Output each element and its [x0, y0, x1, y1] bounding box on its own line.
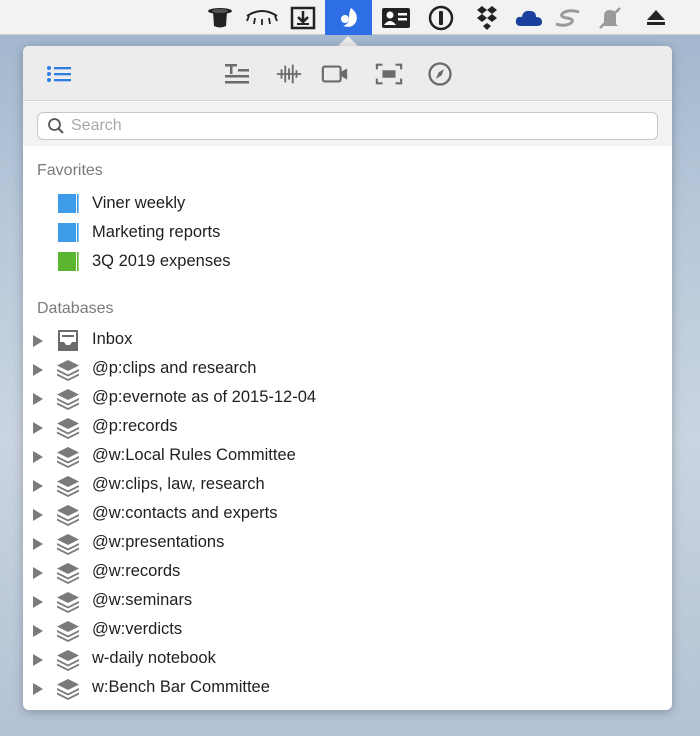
top-hat-icon[interactable]: [198, 0, 242, 35]
eject-icon[interactable]: [634, 0, 678, 35]
search-input[interactable]: [71, 117, 631, 135]
database-item[interactable]: @w:contacts and experts: [23, 500, 672, 529]
disclosure-triangle-icon[interactable]: [33, 683, 43, 695]
database-item[interactable]: w:Bench Bar Committee: [23, 674, 672, 703]
database-stack-icon: [57, 621, 79, 642]
database-item[interactable]: @w:verdicts: [23, 616, 672, 645]
database-label: @w:contacts and experts: [92, 504, 278, 522]
muted-bell-icon[interactable]: [588, 0, 632, 35]
disclosure-triangle-icon[interactable]: [33, 625, 43, 637]
eye-icon[interactable]: [240, 0, 284, 35]
disclosure-triangle-icon[interactable]: [33, 451, 43, 463]
disclosure-triangle-icon[interactable]: [33, 422, 43, 434]
disclosure-triangle-icon[interactable]: [33, 538, 43, 550]
database-item[interactable]: @w:seminars: [23, 587, 672, 616]
database-item[interactable]: @p:clips and research: [23, 355, 672, 384]
text-format-icon[interactable]: [223, 60, 251, 88]
onepassword-icon[interactable]: [419, 0, 463, 35]
database-label: @w:verdicts: [92, 620, 183, 638]
database-label: @w:Local Rules Committee: [92, 446, 296, 464]
video-camera-icon[interactable]: [321, 60, 349, 88]
database-item[interactable]: w-daily notebook: [23, 645, 672, 674]
notebook-icon: [58, 194, 79, 213]
database-label: @p:clips and research: [92, 359, 257, 377]
database-stack-icon: [57, 418, 79, 439]
favorite-label: Marketing reports: [92, 223, 221, 241]
devonthink-icon[interactable]: [325, 0, 372, 35]
database-label: w-daily notebook: [92, 649, 216, 667]
database-item[interactable]: @p:evernote as of 2015-12-04: [23, 384, 672, 413]
disclosure-triangle-icon[interactable]: [33, 567, 43, 579]
database-stack-icon: [57, 476, 79, 497]
database-stack-icon: [57, 592, 79, 613]
menu-bar: [0, 0, 700, 35]
disclosure-triangle-icon[interactable]: [33, 596, 43, 608]
favorite-item[interactable]: Viner weekly: [23, 189, 672, 218]
database-label: @p:evernote as of 2015-12-04: [92, 388, 317, 406]
database-item[interactable]: @w:presentations: [23, 529, 672, 558]
databases-heading: Databases: [37, 300, 114, 317]
disclosure-triangle-icon[interactable]: [33, 393, 43, 405]
database-stack-icon: [57, 650, 79, 671]
database-label: @w:records: [92, 562, 181, 580]
search-field[interactable]: [37, 112, 658, 140]
screenshot-frame-icon[interactable]: [375, 60, 403, 88]
database-label: @w:clips, law, research: [92, 475, 265, 493]
database-label: @p:records: [92, 417, 178, 435]
s-logo-icon[interactable]: [546, 0, 590, 35]
database-stack-icon: [57, 505, 79, 526]
favorite-label: Viner weekly: [92, 194, 186, 212]
database-item[interactable]: @w:clips, law, research: [23, 471, 672, 500]
database-label: w:Bench Bar Committee: [92, 678, 270, 696]
disclosure-triangle-icon[interactable]: [33, 335, 43, 347]
notebook-icon: [58, 252, 79, 271]
favorites-heading: Favorites: [37, 162, 103, 179]
search-icon: [48, 118, 64, 134]
database-item[interactable]: @w:records: [23, 558, 672, 587]
notebook-icon: [58, 223, 79, 242]
favorite-item[interactable]: Marketing reports: [23, 218, 672, 247]
database-stack-icon: [57, 447, 79, 468]
database-stack-icon: [57, 679, 79, 700]
database-item[interactable]: @w:Local Rules Committee: [23, 442, 672, 471]
inbox-icon: [58, 330, 78, 351]
database-label: Inbox: [92, 330, 133, 348]
search-area: [23, 102, 672, 146]
database-stack-icon: [57, 563, 79, 584]
favorite-label: 3Q 2019 expenses: [92, 252, 231, 270]
download-box-icon[interactable]: [281, 0, 325, 35]
disclosure-triangle-icon[interactable]: [33, 364, 43, 376]
list-icon[interactable]: [45, 60, 73, 88]
dropbox-icon[interactable]: [465, 0, 509, 35]
database-item[interactable]: Inbox: [23, 326, 672, 355]
disclosure-triangle-icon[interactable]: [33, 509, 43, 521]
popover-toolbar: [23, 46, 672, 101]
database-label: @w:seminars: [92, 591, 193, 609]
compass-icon[interactable]: [426, 60, 454, 88]
audio-waveform-icon[interactable]: [275, 60, 303, 88]
database-stack-icon: [57, 534, 79, 555]
database-stack-icon: [57, 389, 79, 410]
disclosure-triangle-icon[interactable]: [33, 654, 43, 666]
database-item[interactable]: @p:records: [23, 413, 672, 442]
cloud-icon[interactable]: [507, 0, 551, 35]
database-label: @w:presentations: [92, 533, 225, 551]
favorite-item[interactable]: 3Q 2019 expenses: [23, 247, 672, 276]
database-stack-icon: [57, 360, 79, 381]
devonthink-popover: Favorites Viner weekly Marketing reports…: [23, 46, 672, 710]
contact-card-icon[interactable]: [374, 0, 418, 35]
disclosure-triangle-icon[interactable]: [33, 480, 43, 492]
